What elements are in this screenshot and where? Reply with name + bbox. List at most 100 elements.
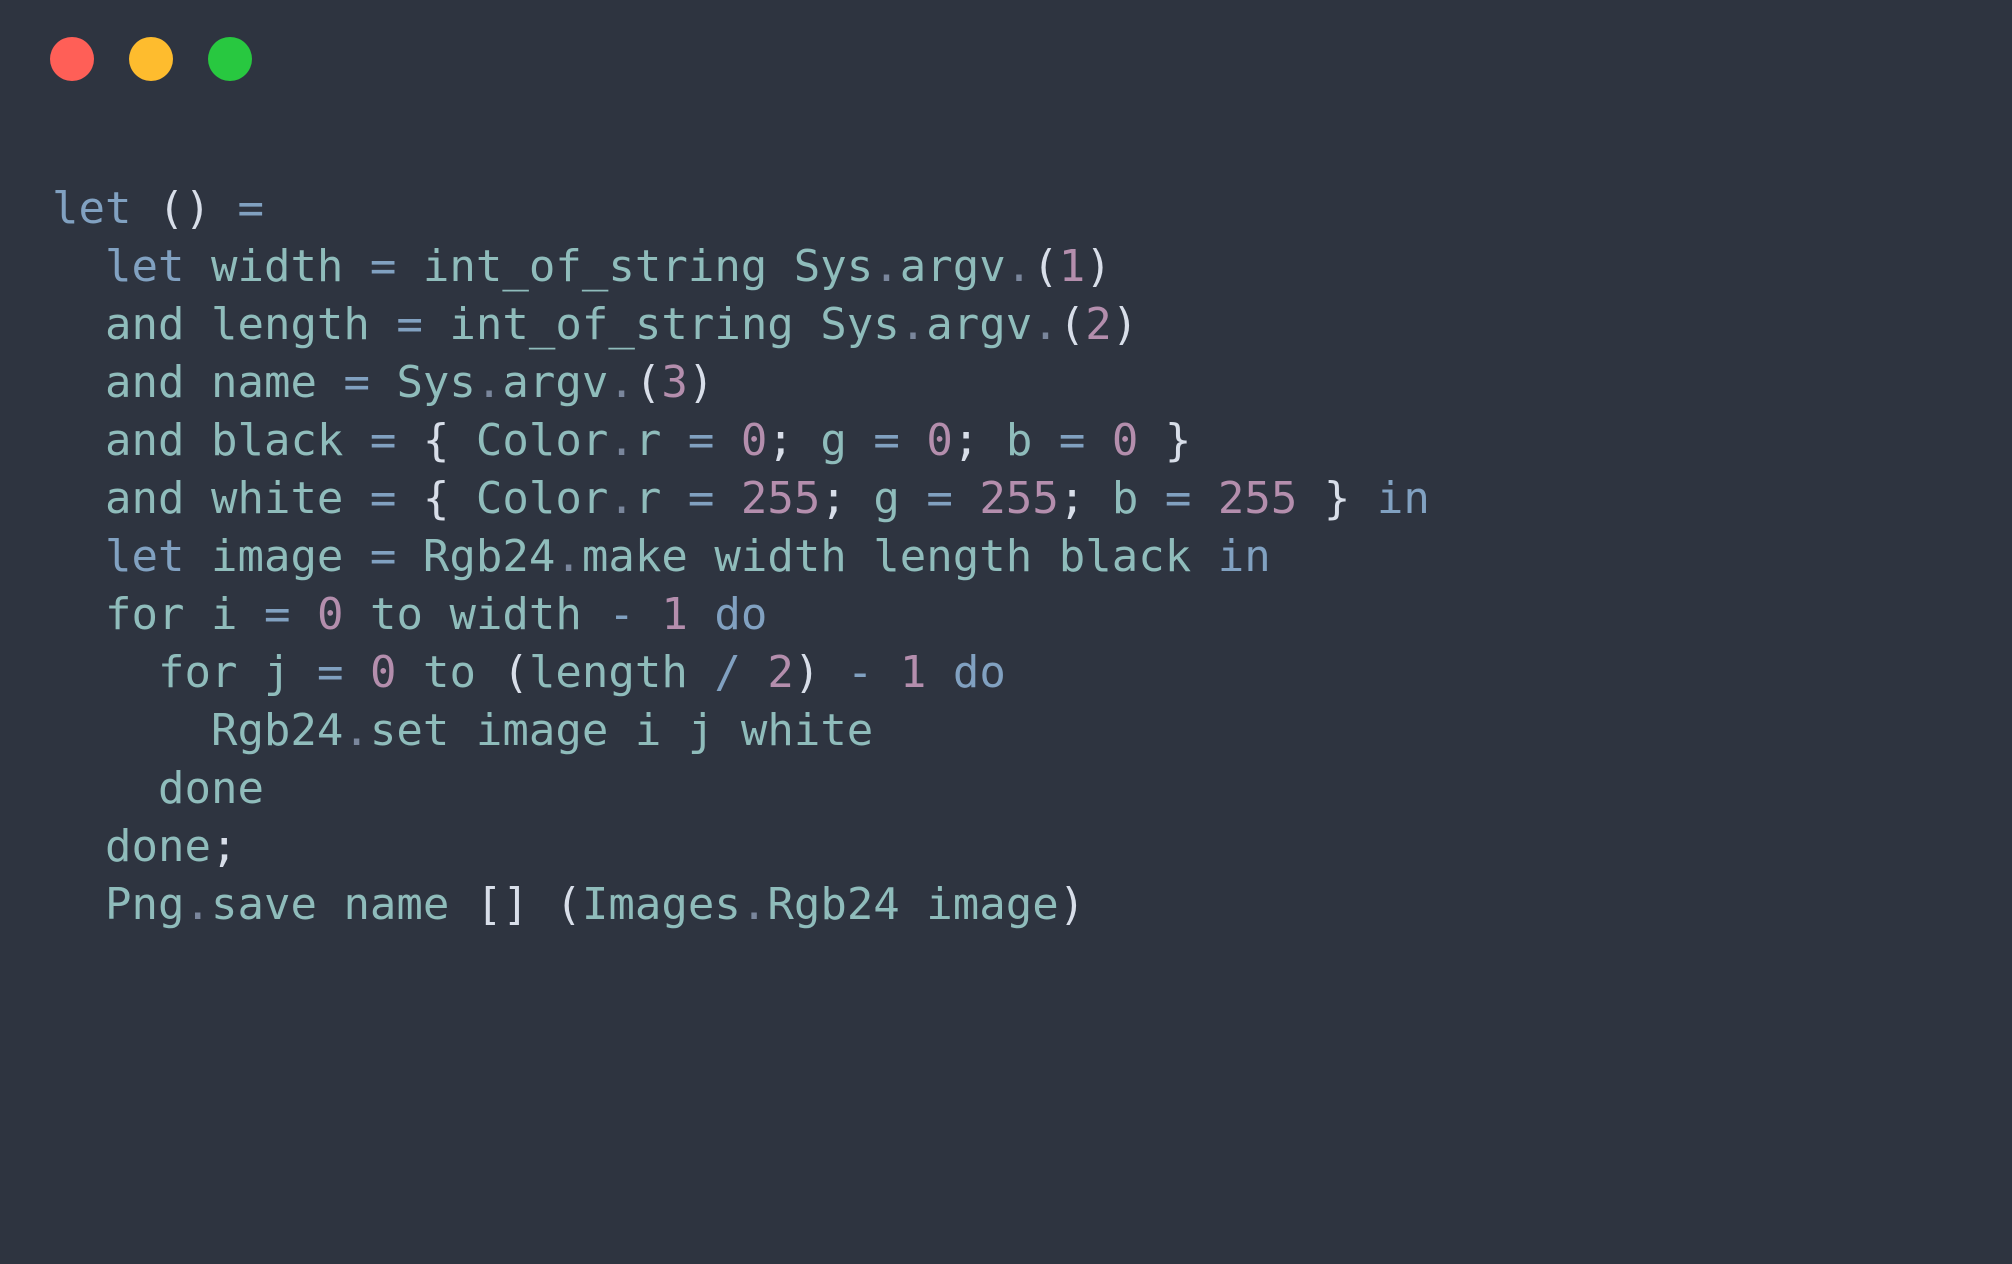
code-token: g xyxy=(873,473,900,524)
minimize-icon[interactable] xyxy=(129,37,173,81)
code-line: for i = 0 to width - 1 do xyxy=(52,586,2012,644)
code-line: and black = { Color.r = 0; g = 0; b = 0 … xyxy=(52,412,2012,470)
code-block[interactable]: let () = let width = int_of_string Sys.a… xyxy=(52,180,2012,934)
code-line: and length = int_of_string Sys.argv.(2) xyxy=(52,296,2012,354)
code-token: in xyxy=(1376,473,1430,524)
code-token: and xyxy=(104,299,185,350)
code-line: done xyxy=(52,760,2012,818)
code-line: let image = Rgb24.make width length blac… xyxy=(52,528,2012,586)
code-token: r xyxy=(634,415,662,466)
code-token: Images xyxy=(581,879,741,930)
code-token: Sys xyxy=(793,241,874,292)
code-token: width xyxy=(210,241,344,292)
code-token: 3 xyxy=(661,357,688,408)
code-token: ; xyxy=(210,821,238,872)
code-token: 0 xyxy=(316,589,344,640)
code-token: in xyxy=(1217,531,1271,582)
code-token: let xyxy=(104,241,185,292)
code-token: . xyxy=(475,357,503,408)
code-token: 2 xyxy=(767,647,794,698)
code-token: () xyxy=(157,183,211,234)
code-token: . xyxy=(740,879,768,930)
code-token: . xyxy=(555,531,582,582)
code-token: white xyxy=(740,705,874,756)
code-token: width xyxy=(714,531,847,582)
code-token: . xyxy=(608,415,635,466)
code-token: to xyxy=(422,647,476,698)
code-token: black xyxy=(210,415,344,466)
maximize-icon[interactable] xyxy=(208,37,252,81)
code-token: ( xyxy=(555,879,582,930)
code-token: do xyxy=(714,589,768,640)
code-token: 255 xyxy=(740,473,821,524)
code-token: ) xyxy=(1111,299,1139,350)
code-token: / xyxy=(714,647,741,698)
code-token: - xyxy=(608,589,635,640)
code-token: let xyxy=(52,183,132,234)
code-token: Color xyxy=(475,473,609,524)
code-token: ) xyxy=(1085,241,1112,292)
code-token: length xyxy=(528,647,688,698)
code-token: Png xyxy=(104,879,185,930)
code-token: { xyxy=(422,415,450,466)
code-token: image xyxy=(210,531,344,582)
code-token: - xyxy=(846,647,874,698)
code-token: = xyxy=(396,299,423,350)
code-token: 0 xyxy=(926,415,953,466)
code-token: j xyxy=(263,647,291,698)
code-token: } xyxy=(1164,415,1192,466)
code-token: int_of_string xyxy=(449,299,794,350)
code-token: argv xyxy=(926,299,1033,350)
code-token: for xyxy=(157,647,238,698)
code-token: i xyxy=(634,705,662,756)
code-token: name xyxy=(210,357,317,408)
code-token: ) xyxy=(687,357,715,408)
code-token: 1 xyxy=(661,589,688,640)
code-token: . xyxy=(1005,241,1033,292)
close-icon[interactable] xyxy=(50,37,94,81)
code-token: ) xyxy=(793,647,821,698)
code-token: 1 xyxy=(1058,241,1086,292)
code-line: let width = int_of_string Sys.argv.(1) xyxy=(52,238,2012,296)
window-titlebar xyxy=(0,0,2012,118)
code-token: length xyxy=(873,531,1033,582)
code-token: ; xyxy=(952,415,980,466)
code-token: and xyxy=(104,473,185,524)
code-token: . xyxy=(184,879,211,930)
code-token: 255 xyxy=(1217,473,1298,524)
